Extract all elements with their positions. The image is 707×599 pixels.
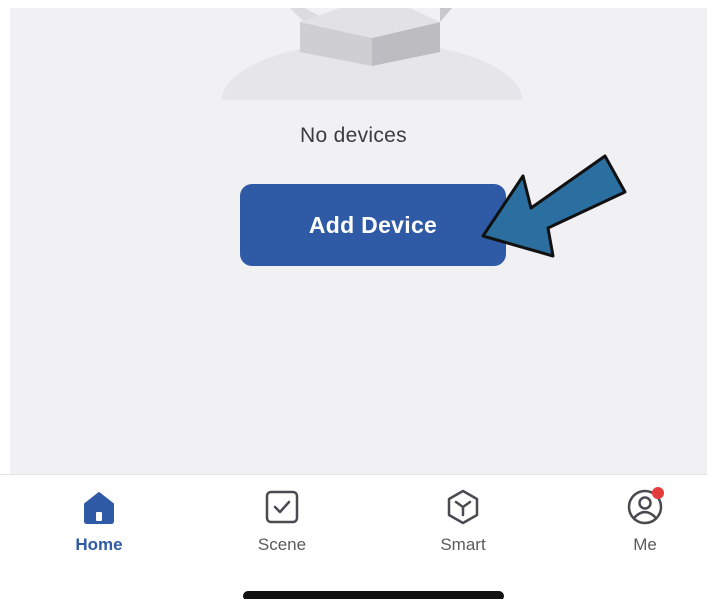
notification-badge: [652, 487, 664, 499]
home-indicator-bar: [243, 591, 504, 599]
empty-box-illustration: [0, 0, 707, 100]
pointer-arrow-icon: [481, 154, 627, 258]
bottom-tab-bar: Home Scene Smart Me: [0, 474, 707, 574]
profile-icon: [623, 485, 667, 529]
app-screen: No devices Add Device Home Scene Smart M…: [0, 0, 707, 599]
smart-cube-icon: [441, 485, 485, 529]
scene-checkbox-icon: [260, 485, 304, 529]
tab-me[interactable]: Me: [590, 485, 700, 565]
add-device-button[interactable]: Add Device: [240, 184, 506, 266]
home-icon: [77, 485, 121, 529]
empty-state-message: No devices: [300, 124, 407, 147]
tab-smart-label: Smart: [440, 535, 486, 554]
tab-me-label: Me: [633, 535, 657, 554]
tab-home-label: Home: [75, 535, 123, 554]
tab-home[interactable]: Home: [44, 485, 154, 565]
tab-scene[interactable]: Scene: [227, 485, 337, 565]
tab-scene-label: Scene: [257, 535, 307, 554]
tab-smart[interactable]: Smart: [408, 485, 518, 565]
